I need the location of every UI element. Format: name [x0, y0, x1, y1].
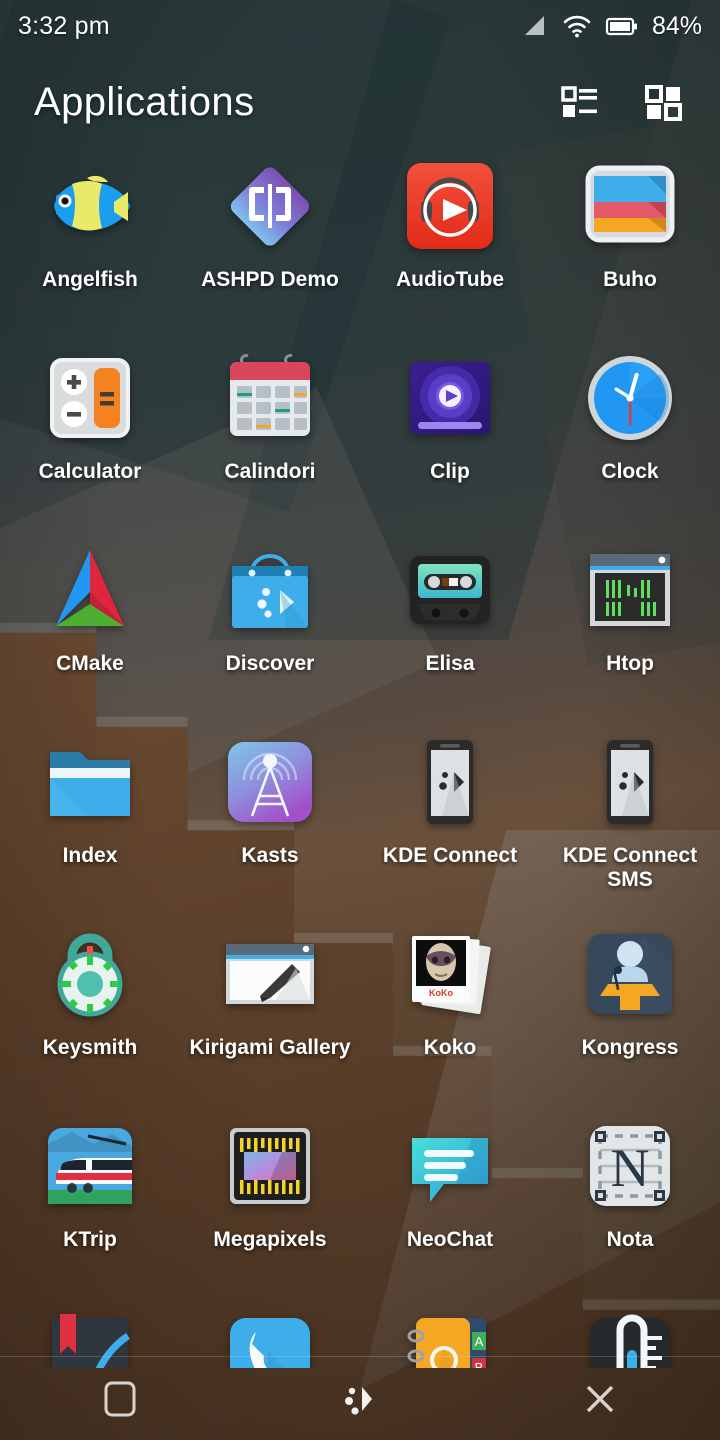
app-tile-angelfish[interactable]: Angelfish — [0, 158, 180, 350]
app-tile-audiotube[interactable]: AudioTube — [360, 158, 540, 350]
home-button[interactable] — [312, 1369, 408, 1429]
app-tile-kongress[interactable]: Kongress — [540, 926, 720, 1118]
app-label: Elisa — [425, 652, 475, 675]
app-label: Buho — [603, 268, 657, 291]
app-tile-clip[interactable]: Clip — [360, 350, 540, 542]
angelfish-icon — [42, 158, 138, 254]
kirigami-gallery-icon — [222, 926, 318, 1022]
app-tile-ktrip[interactable]: KTrip — [0, 1118, 180, 1310]
status-bar: 3:32 pm 84% — [0, 0, 720, 52]
close-x-icon — [580, 1379, 620, 1419]
page-title: Applications — [34, 79, 255, 124]
page-header: Applications — [0, 62, 720, 142]
app-label: Htop — [606, 652, 654, 675]
kongress-icon — [582, 926, 678, 1022]
app-tile-nota[interactable]: N Nota — [540, 1118, 720, 1310]
battery-percentage: 84% — [651, 11, 702, 40]
app-tile-elisa[interactable]: Elisa — [360, 542, 540, 734]
cell-signal-icon — [522, 13, 548, 39]
app-tile-cmake[interactable]: CMake — [0, 542, 180, 734]
app-tile-discover[interactable]: Discover — [180, 542, 360, 734]
neochat-icon — [402, 1118, 498, 1214]
view-toggle-group — [558, 80, 686, 124]
status-clock: 3:32 pm — [18, 11, 110, 40]
app-tile-kde-connect-sms[interactable]: KDE Connect SMS — [540, 734, 720, 926]
ktrip-icon — [42, 1118, 138, 1214]
app-tile-megapixels[interactable]: Megapixels — [180, 1118, 360, 1310]
app-tile-htop[interactable]: Htop — [540, 542, 720, 734]
koko-icon-caption: KoKo — [429, 988, 453, 998]
app-label: KTrip — [63, 1228, 117, 1251]
app-label: Koko — [423, 1036, 477, 1059]
index-icon — [42, 734, 138, 830]
nota-icon: N — [582, 1118, 678, 1214]
status-system-icons: 84% — [522, 12, 702, 41]
kdeconnect-sms-icon — [582, 734, 678, 830]
clip-icon — [402, 350, 498, 446]
ashpd-demo-icon — [222, 158, 318, 254]
nota-icon-letter: N — [611, 1138, 650, 1198]
app-label: NeoChat — [406, 1228, 494, 1251]
cmake-icon — [42, 542, 138, 638]
app-label: Nota — [606, 1228, 654, 1251]
clock-icon — [582, 350, 678, 446]
app-tile-keysmith[interactable]: Keysmith — [0, 926, 180, 1118]
megapixels-icon — [222, 1118, 318, 1214]
app-tile-calindori[interactable]: Calindori — [180, 350, 360, 542]
discover-icon — [222, 542, 318, 638]
app-label: Discover — [225, 652, 315, 675]
app-tile-ashpd-demo[interactable]: ASHPD Demo — [180, 158, 360, 350]
app-label: Megapixels — [213, 1228, 327, 1251]
svg-text:A: A — [475, 1334, 484, 1349]
calindori-icon — [222, 350, 318, 446]
app-label: Kirigami Gallery — [189, 1036, 351, 1059]
app-tile-buho[interactable]: Buho — [540, 158, 720, 350]
calculator-icon — [42, 350, 138, 446]
app-label: Angelfish — [42, 268, 138, 291]
app-label: AudioTube — [395, 268, 505, 291]
app-tile-kde-connect[interactable]: KDE Connect — [360, 734, 540, 926]
list-view-icon[interactable] — [558, 80, 602, 124]
app-label: ASHPD Demo — [201, 268, 339, 291]
battery-icon — [605, 15, 638, 37]
close-button[interactable] — [552, 1369, 648, 1429]
grid-view-icon[interactable] — [642, 80, 686, 124]
app-label: Index — [62, 844, 118, 867]
app-label: KDE Connect — [382, 844, 518, 867]
koko-icon: KoKo — [402, 926, 498, 1022]
app-label: CMake — [56, 652, 124, 675]
app-label: Clip — [430, 460, 470, 483]
task-switcher-button[interactable] — [72, 1369, 168, 1429]
kde-logo-icon — [338, 1379, 382, 1419]
rounded-square-icon — [100, 1379, 140, 1419]
app-tile-neochat[interactable]: NeoChat — [360, 1118, 540, 1310]
application-grid: Angelfish ASHPD Demo AudioTube Buho Calc… — [0, 158, 720, 1368]
audiotube-icon — [402, 158, 498, 254]
wifi-icon — [562, 13, 592, 39]
app-label: Kasts — [241, 844, 299, 867]
app-label: Keysmith — [42, 1036, 138, 1059]
kasts-icon — [222, 734, 318, 830]
keysmith-icon — [42, 926, 138, 1022]
app-label: Calindori — [224, 460, 316, 483]
app-label: Calculator — [38, 460, 142, 483]
app-label: Kongress — [581, 1036, 679, 1059]
htop-icon — [582, 542, 678, 638]
app-label: Clock — [601, 460, 659, 483]
elisa-icon — [402, 542, 498, 638]
app-tile-clock[interactable]: Clock — [540, 350, 720, 542]
app-tile-koko[interactable]: KoKo Koko — [360, 926, 540, 1118]
navigation-bar — [0, 1356, 720, 1440]
app-label: KDE Connect SMS — [562, 844, 698, 892]
buho-icon — [582, 158, 678, 254]
app-tile-kasts[interactable]: Kasts — [180, 734, 360, 926]
app-tile-index[interactable]: Index — [0, 734, 180, 926]
app-tile-kirigami-gallery[interactable]: Kirigami Gallery — [180, 926, 360, 1118]
kdeconnect-icon — [402, 734, 498, 830]
app-tile-calculator[interactable]: Calculator — [0, 350, 180, 542]
